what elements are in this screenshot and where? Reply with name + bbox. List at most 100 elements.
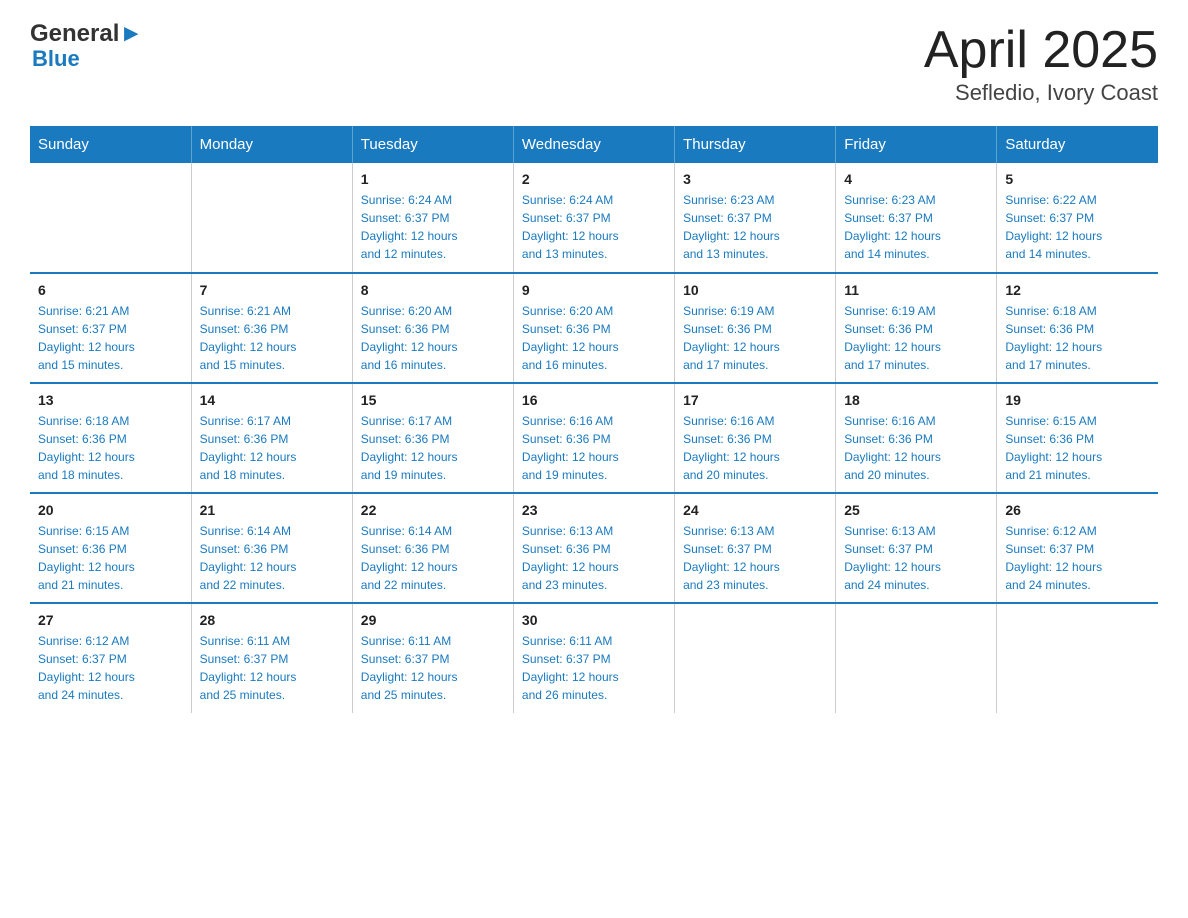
calendar-day-cell	[675, 603, 836, 713]
calendar-day-cell: 20 Sunrise: 6:15 AM Sunset: 6:36 PM Dayli…	[30, 493, 191, 603]
day-number: 3	[683, 171, 827, 187]
day-info: Sunrise: 6:23 AM Sunset: 6:37 PM Dayligh…	[683, 191, 827, 263]
calendar-day-cell	[191, 163, 352, 273]
logo-general-text: General	[30, 20, 119, 48]
day-of-week-header: Tuesday	[352, 126, 513, 163]
logo: General► Blue	[30, 20, 143, 72]
calendar-day-cell: 10 Sunrise: 6:19 AM Sunset: 6:36 PM Dayli…	[675, 273, 836, 383]
day-number: 14	[200, 392, 344, 408]
day-info: Sunrise: 6:12 AM Sunset: 6:37 PM Dayligh…	[38, 632, 183, 704]
day-number: 27	[38, 612, 183, 628]
calendar-title: April 2025	[924, 20, 1158, 80]
calendar-week-row: 20 Sunrise: 6:15 AM Sunset: 6:36 PM Dayli…	[30, 493, 1158, 603]
calendar-day-cell: 2Sunrise: 6:24 AM Sunset: 6:37 PM Daylig…	[513, 163, 674, 273]
calendar-day-cell: 29 Sunrise: 6:11 AM Sunset: 6:37 PM Dayli…	[352, 603, 513, 713]
calendar-day-cell: 7Sunrise: 6:21 AM Sunset: 6:36 PM Daylig…	[191, 273, 352, 383]
calendar-week-row: 1Sunrise: 6:24 AM Sunset: 6:37 PM Daylig…	[30, 163, 1158, 273]
calendar-week-row: 13Sunrise: 6:18 AM Sunset: 6:36 PM Dayli…	[30, 383, 1158, 493]
calendar-day-cell: 16 Sunrise: 6:16 AM Sunset: 6:36 PM Dayli…	[513, 383, 674, 493]
calendar-subtitle: Sefledio, Ivory Coast	[924, 80, 1158, 106]
calendar-day-cell: 25Sunrise: 6:13 AM Sunset: 6:37 PM Dayli…	[836, 493, 997, 603]
day-info: Sunrise: 6:24 AM Sunset: 6:37 PM Dayligh…	[361, 191, 505, 263]
day-of-week-header: Sunday	[30, 126, 191, 163]
calendar-day-cell: 18 Sunrise: 6:16 AM Sunset: 6:36 PM Dayli…	[836, 383, 997, 493]
day-number: 12	[1005, 282, 1150, 298]
calendar-day-cell	[836, 603, 997, 713]
calendar-day-cell: 23Sunrise: 6:13 AM Sunset: 6:36 PM Dayli…	[513, 493, 674, 603]
day-info: Sunrise: 6:19 AM Sunset: 6:36 PM Dayligh…	[844, 302, 988, 374]
calendar-day-cell: 28 Sunrise: 6:11 AM Sunset: 6:37 PM Dayli…	[191, 603, 352, 713]
day-number: 29	[361, 612, 505, 628]
calendar-day-cell: 27 Sunrise: 6:12 AM Sunset: 6:37 PM Dayli…	[30, 603, 191, 713]
day-info: Sunrise: 6:16 AM Sunset: 6:36 PM Dayligh…	[522, 412, 666, 484]
logo-blue-line: Blue	[30, 46, 80, 72]
calendar-day-cell: 24 Sunrise: 6:13 AM Sunset: 6:37 PM Dayli…	[675, 493, 836, 603]
calendar-day-cell	[997, 603, 1158, 713]
day-info: Sunrise: 6:13 AM Sunset: 6:36 PM Dayligh…	[522, 522, 666, 594]
day-of-week-header: Saturday	[997, 126, 1158, 163]
calendar-day-cell: 1Sunrise: 6:24 AM Sunset: 6:37 PM Daylig…	[352, 163, 513, 273]
day-info: Sunrise: 6:22 AM Sunset: 6:37 PM Dayligh…	[1005, 191, 1150, 263]
calendar-table: SundayMondayTuesdayWednesdayThursdayFrid…	[30, 126, 1158, 713]
day-of-week-header: Thursday	[675, 126, 836, 163]
day-info: Sunrise: 6:17 AM Sunset: 6:36 PM Dayligh…	[361, 412, 505, 484]
day-info: Sunrise: 6:14 AM Sunset: 6:36 PM Dayligh…	[200, 522, 344, 594]
day-number: 28	[200, 612, 344, 628]
day-info: Sunrise: 6:21 AM Sunset: 6:36 PM Dayligh…	[200, 302, 344, 374]
logo-blue-text: ►	[119, 20, 143, 48]
calendar-day-cell: 14 Sunrise: 6:17 AM Sunset: 6:36 PM Dayli…	[191, 383, 352, 493]
day-number: 16	[522, 392, 666, 408]
day-info: Sunrise: 6:11 AM Sunset: 6:37 PM Dayligh…	[361, 632, 505, 704]
day-info: Sunrise: 6:15 AM Sunset: 6:36 PM Dayligh…	[1005, 412, 1150, 484]
calendar-day-cell: 12 Sunrise: 6:18 AM Sunset: 6:36 PM Dayli…	[997, 273, 1158, 383]
day-number: 20	[38, 502, 183, 518]
day-info: Sunrise: 6:11 AM Sunset: 6:37 PM Dayligh…	[522, 632, 666, 704]
day-number: 4	[844, 171, 988, 187]
calendar-day-cell: 26 Sunrise: 6:12 AM Sunset: 6:37 PM Dayli…	[997, 493, 1158, 603]
day-info: Sunrise: 6:16 AM Sunset: 6:36 PM Dayligh…	[844, 412, 988, 484]
day-of-week-header: Friday	[836, 126, 997, 163]
day-info: Sunrise: 6:13 AM Sunset: 6:37 PM Dayligh…	[683, 522, 827, 594]
day-info: Sunrise: 6:15 AM Sunset: 6:36 PM Dayligh…	[38, 522, 183, 594]
day-info: Sunrise: 6:23 AM Sunset: 6:37 PM Dayligh…	[844, 191, 988, 263]
day-number: 24	[683, 502, 827, 518]
day-info: Sunrise: 6:18 AM Sunset: 6:36 PM Dayligh…	[1005, 302, 1150, 374]
calendar-day-cell: 11 Sunrise: 6:19 AM Sunset: 6:36 PM Dayli…	[836, 273, 997, 383]
day-info: Sunrise: 6:18 AM Sunset: 6:36 PM Dayligh…	[38, 412, 183, 484]
day-number: 8	[361, 282, 505, 298]
day-of-week-header: Monday	[191, 126, 352, 163]
day-number: 22	[361, 502, 505, 518]
calendar-day-cell: 19Sunrise: 6:15 AM Sunset: 6:36 PM Dayli…	[997, 383, 1158, 493]
calendar-header-row: SundayMondayTuesdayWednesdayThursdayFrid…	[30, 126, 1158, 163]
day-number: 18	[844, 392, 988, 408]
logo-line1: General►	[30, 20, 143, 48]
calendar-day-cell: 8Sunrise: 6:20 AM Sunset: 6:36 PM Daylig…	[352, 273, 513, 383]
day-number: 10	[683, 282, 827, 298]
day-info: Sunrise: 6:11 AM Sunset: 6:37 PM Dayligh…	[200, 632, 344, 704]
day-info: Sunrise: 6:17 AM Sunset: 6:36 PM Dayligh…	[200, 412, 344, 484]
day-info: Sunrise: 6:16 AM Sunset: 6:36 PM Dayligh…	[683, 412, 827, 484]
calendar-day-cell: 30 Sunrise: 6:11 AM Sunset: 6:37 PM Dayli…	[513, 603, 674, 713]
day-info: Sunrise: 6:19 AM Sunset: 6:36 PM Dayligh…	[683, 302, 827, 374]
page-header: General► Blue April 2025 Sefledio, Ivory…	[30, 20, 1158, 106]
day-info: Sunrise: 6:14 AM Sunset: 6:36 PM Dayligh…	[361, 522, 505, 594]
day-number: 6	[38, 282, 183, 298]
day-number: 26	[1005, 502, 1150, 518]
day-of-week-header: Wednesday	[513, 126, 674, 163]
day-number: 9	[522, 282, 666, 298]
calendar-day-cell: 6Sunrise: 6:21 AM Sunset: 6:37 PM Daylig…	[30, 273, 191, 383]
day-number: 11	[844, 282, 988, 298]
day-info: Sunrise: 6:12 AM Sunset: 6:37 PM Dayligh…	[1005, 522, 1150, 594]
calendar-day-cell: 22 Sunrise: 6:14 AM Sunset: 6:36 PM Dayli…	[352, 493, 513, 603]
calendar-day-cell	[30, 163, 191, 273]
day-info: Sunrise: 6:24 AM Sunset: 6:37 PM Dayligh…	[522, 191, 666, 263]
title-block: April 2025 Sefledio, Ivory Coast	[924, 20, 1158, 106]
day-info: Sunrise: 6:13 AM Sunset: 6:37 PM Dayligh…	[844, 522, 988, 594]
calendar-day-cell: 3 Sunrise: 6:23 AM Sunset: 6:37 PM Daylig…	[675, 163, 836, 273]
calendar-day-cell: 17Sunrise: 6:16 AM Sunset: 6:36 PM Dayli…	[675, 383, 836, 493]
calendar-day-cell: 9Sunrise: 6:20 AM Sunset: 6:36 PM Daylig…	[513, 273, 674, 383]
day-number: 5	[1005, 171, 1150, 187]
calendar-week-row: 27 Sunrise: 6:12 AM Sunset: 6:37 PM Dayli…	[30, 603, 1158, 713]
calendar-day-cell: 4 Sunrise: 6:23 AM Sunset: 6:37 PM Daylig…	[836, 163, 997, 273]
day-number: 30	[522, 612, 666, 628]
